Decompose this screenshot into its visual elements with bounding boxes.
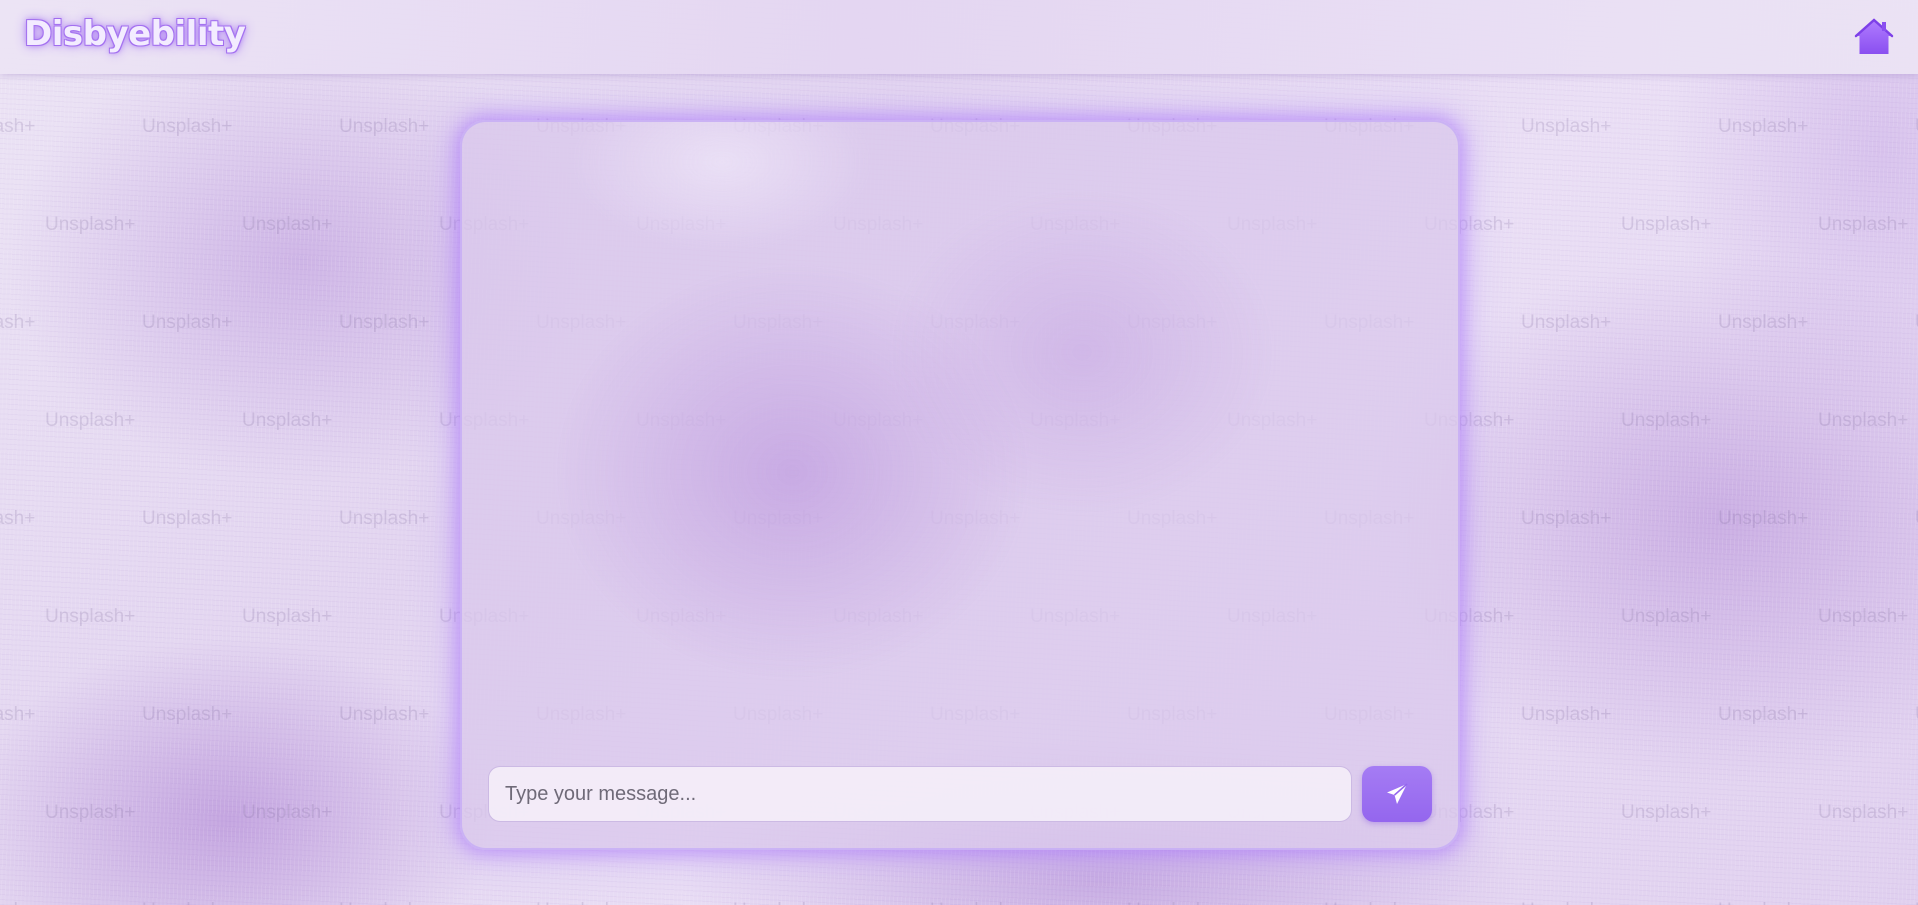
watermark-text: Unsplash+ [242, 214, 333, 235]
chat-panel [460, 120, 1460, 850]
message-composer [488, 766, 1432, 822]
watermark-text: Unsplash+ [0, 508, 36, 529]
watermark-text: Unsplash+ [1324, 900, 1414, 905]
watermark-text: Unsplash+ [45, 802, 136, 823]
watermark-text: Unsplash+ [339, 704, 430, 725]
watermark-text: Unsplash+ [142, 116, 233, 137]
watermark-text: Unsplash+ [1521, 900, 1611, 905]
watermark-text: Unsplash+ [1621, 214, 1712, 235]
message-list [488, 142, 1432, 748]
watermark-text: Unsplash+ [339, 116, 430, 137]
watermark-text: Unsplash+ [1718, 900, 1808, 905]
watermark-text: Unsplash+ [0, 704, 36, 725]
watermark-text: Unsplash+ [0, 900, 35, 905]
paper-plane-icon [1387, 783, 1408, 804]
watermark-text: Unsplash+ [1818, 802, 1909, 823]
watermark-text: Unsplash+ [142, 704, 233, 725]
watermark-text: Unsplash+ [339, 900, 429, 905]
top-bar: Disbyebility [0, 0, 1918, 74]
watermark-text: Unsplash+ [1127, 900, 1217, 905]
watermark-text: Unsplash+ [1521, 116, 1612, 137]
watermark-text: Unsplash+ [1521, 704, 1612, 725]
watermark-text: Unsplash+ [1621, 802, 1712, 823]
watermark-text: Unsplash+ [1718, 312, 1809, 333]
watermark-text: Unsplash+ [242, 410, 333, 431]
watermark-text: Unsplash+ [0, 312, 36, 333]
watermark-text: Unsplash+ [1521, 312, 1612, 333]
watermark-text: Unsplash+ [733, 900, 823, 905]
watermark-text: Unsplash+ [142, 508, 233, 529]
watermark-text: Unsplash+ [1818, 606, 1909, 627]
watermark-text: Unsplash+ [45, 214, 136, 235]
home-icon [1854, 18, 1894, 54]
watermark-text: Unsplash+ [1718, 116, 1809, 137]
message-input[interactable] [488, 766, 1352, 822]
watermark-text: Unsplash+ [45, 410, 136, 431]
watermark-text: Unsplash+ [242, 802, 333, 823]
watermark-text: Unsplash+ [1818, 410, 1909, 431]
watermark-text: Unsplash+ [339, 508, 430, 529]
watermark-text: Unsplash+ [1521, 508, 1612, 529]
watermark-text: Unsplash+ [339, 312, 430, 333]
watermark-text: Unsplash+ [536, 900, 626, 905]
watermark-text: Unsplash+ [1818, 214, 1909, 235]
watermark-text: Unsplash+ [1621, 410, 1712, 431]
app-logo[interactable]: Disbyebility [24, 14, 246, 54]
watermark-text: Unsplash+ [142, 312, 233, 333]
watermark-text: Unsplash+ [930, 900, 1020, 905]
watermark-text: Unsplash+ [142, 900, 232, 905]
watermark-text: Unsplash+ [1718, 704, 1809, 725]
watermark-text: Unsplash+ [1621, 606, 1712, 627]
watermark-text: Unsplash+ [1718, 508, 1809, 529]
home-button[interactable] [1854, 17, 1894, 57]
watermark-text: Unsplash+ [0, 116, 36, 137]
watermark-text: Unsplash+ [242, 606, 333, 627]
send-button[interactable] [1362, 766, 1432, 822]
watermark-text: Unsplash+ [45, 606, 136, 627]
